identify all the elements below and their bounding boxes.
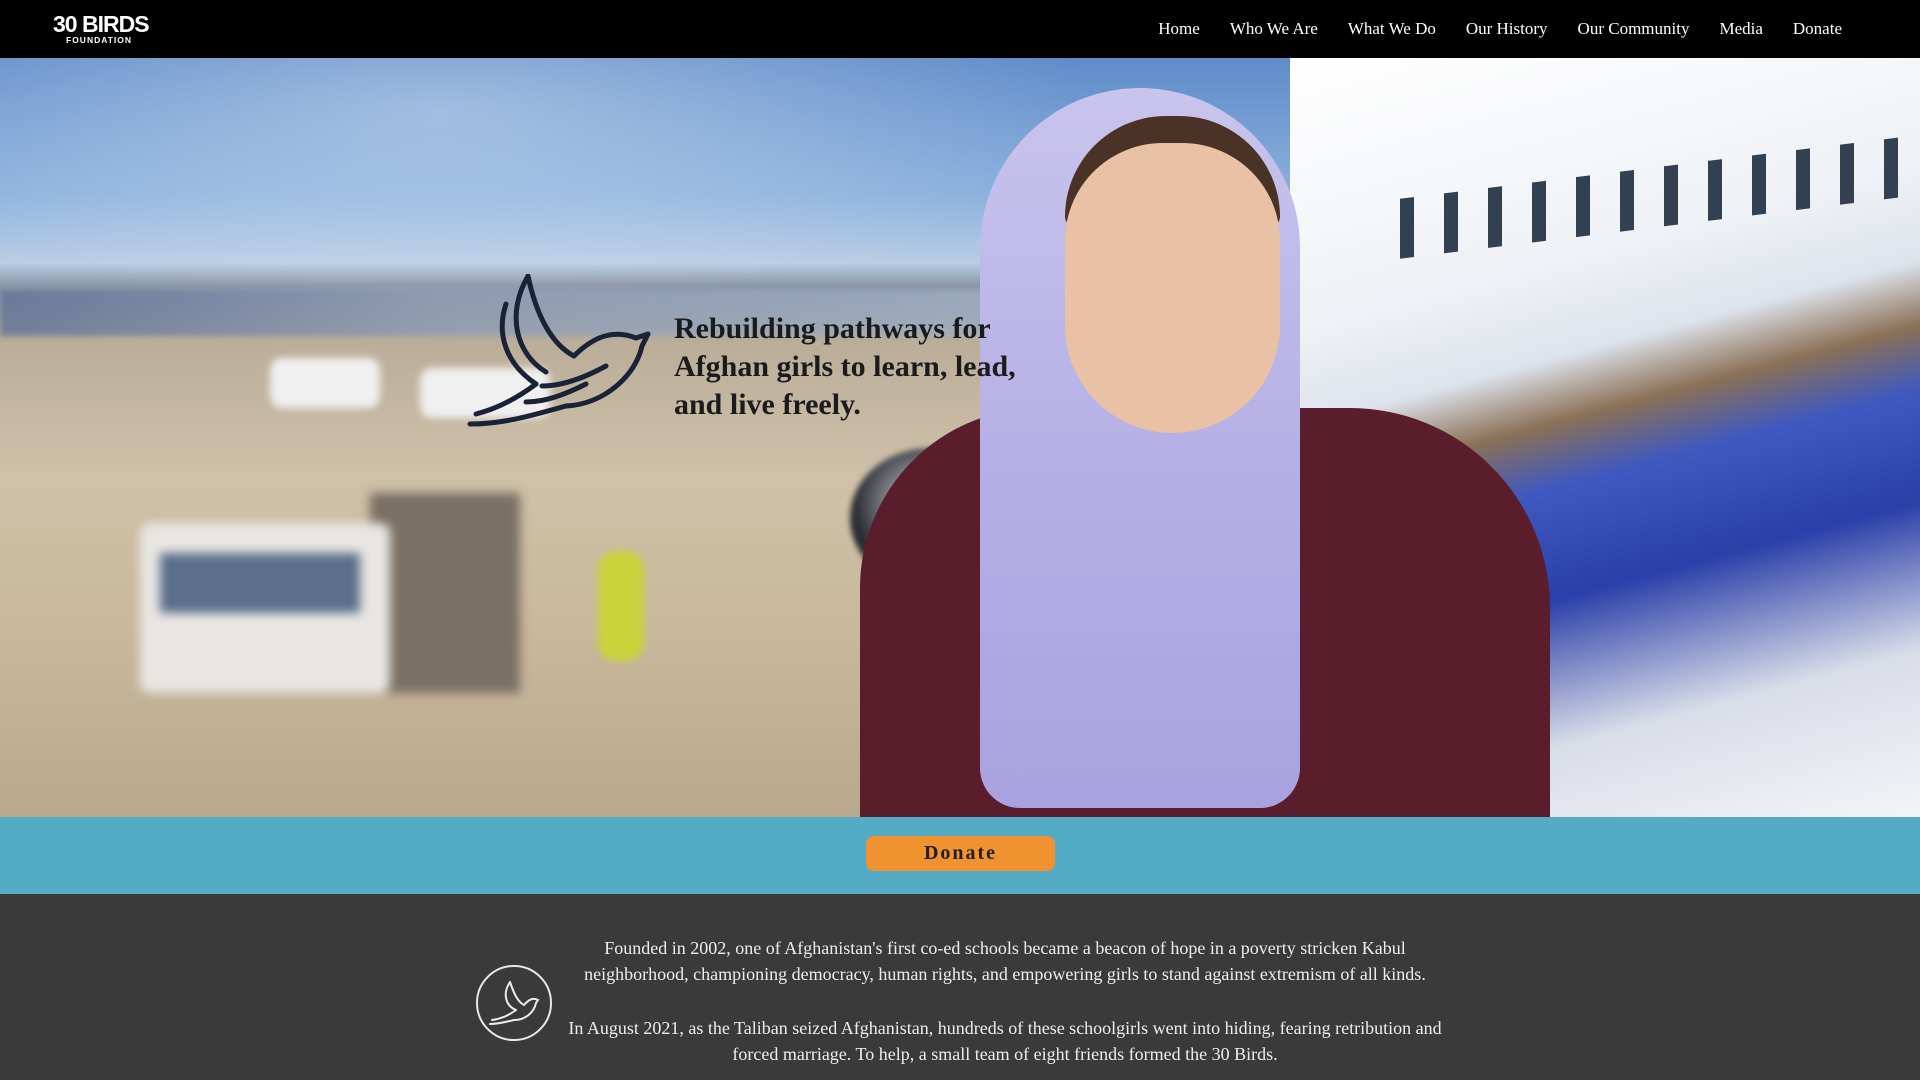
hero-headline: Rebuilding pathways for Afghan girls to … [674,310,1034,424]
donate-button[interactable]: Donate [866,836,1055,871]
about-paragraph-1: Founded in 2002, one of Afghanistan's fi… [584,938,1426,984]
hero-headline-line3: and live freely. [674,388,861,421]
hero-photo-truck [140,453,520,713]
nav-item-our-history[interactable]: Our History [1451,19,1563,39]
nav-item-home[interactable]: Home [1143,19,1215,39]
logo-wordmark: 30 BIRDS [53,11,150,37]
nav-item-media[interactable]: Media [1704,19,1777,39]
hero-headline-line2: Afghan girls to learn, lead, [674,350,1016,383]
nav-item-our-community[interactable]: Our Community [1563,19,1705,39]
nav-item-who-we-are[interactable]: Who We Are [1215,19,1333,39]
hero-headline-line1: Rebuilding pathways for [674,312,991,345]
hero-photo-car [270,358,380,408]
hero-photo-worker [598,551,644,661]
hero-photo-girl [860,68,1560,817]
bird-badge-glyph [489,981,540,1025]
nav-item-donate[interactable]: Donate [1778,19,1857,39]
site-logo[interactable]: 30 BIRDS FOUNDATION [53,11,163,46]
about-paragraph-2: In August 2021, as the Taliban seized Af… [568,1018,1442,1064]
bird-badge-icon [476,965,552,1041]
nav-item-what-we-do[interactable]: What We Do [1333,19,1451,39]
hero-banner [0,58,1920,817]
main-menu: Home Who We Are What We Do Our History O… [1143,0,1857,58]
phoenix-bird-icon [467,274,651,427]
top-navigation: 30 BIRDS FOUNDATION Home Who We Are What… [0,0,1920,58]
